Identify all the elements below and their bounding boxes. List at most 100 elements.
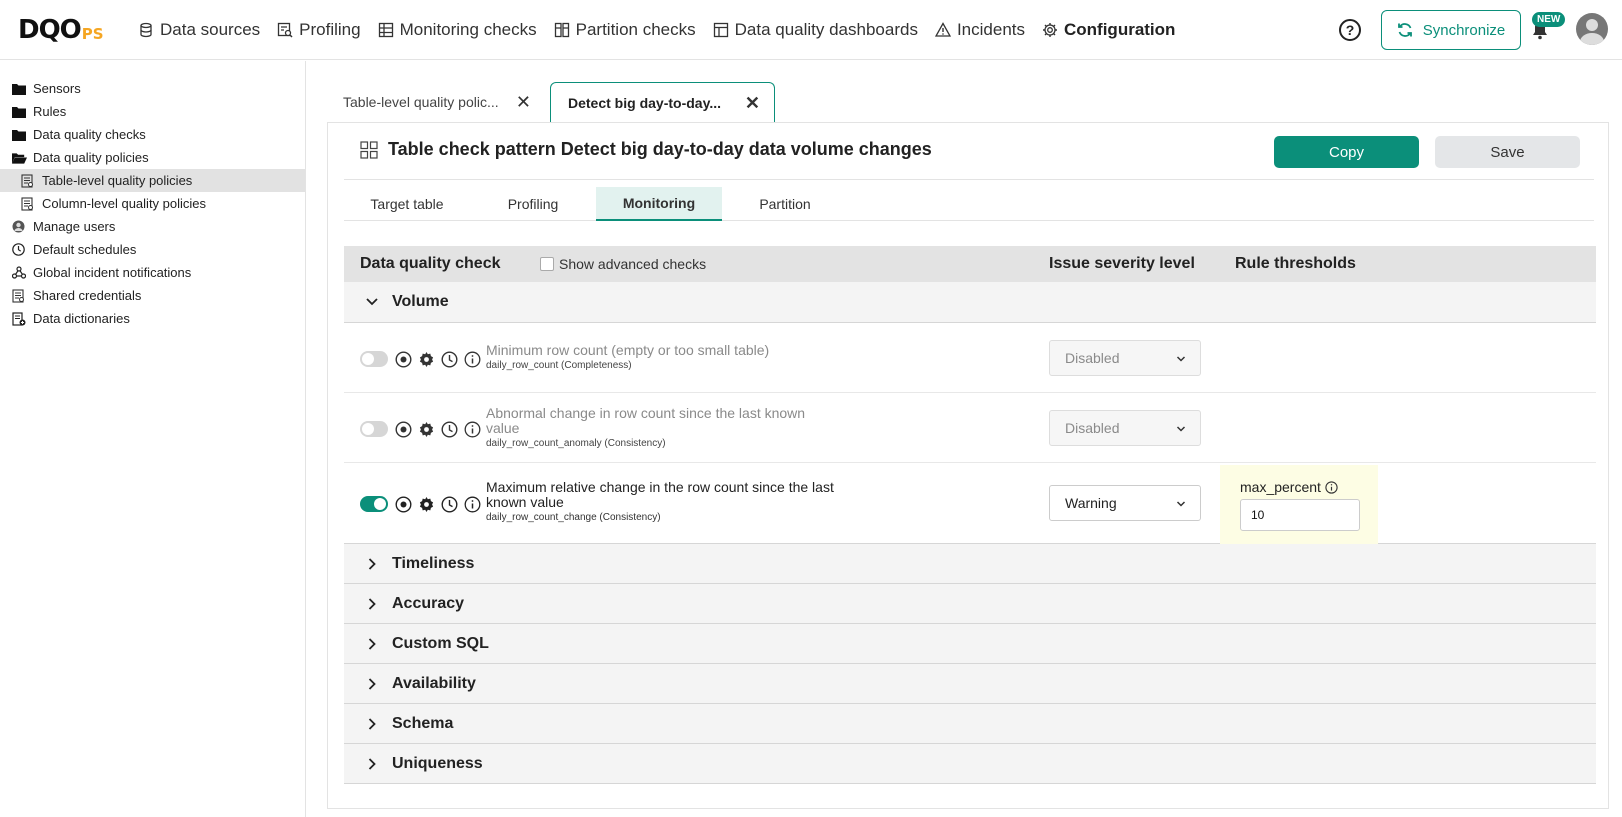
- sidebar-item-data-quality-checks[interactable]: Data quality checks: [0, 123, 305, 146]
- webhook-icon: [12, 266, 27, 280]
- warning-icon: [934, 22, 951, 38]
- close-icon[interactable]: ✕: [516, 92, 531, 113]
- record-icon[interactable]: [394, 495, 412, 513]
- tab-table-level-policies[interactable]: Table-level quality polic... ✕: [330, 82, 545, 122]
- tab-label: Detect big day-to-day...: [568, 94, 721, 111]
- group-volume[interactable]: Volume: [344, 282, 1596, 323]
- monitoring-icon: [378, 22, 394, 38]
- clock-icon[interactable]: [440, 350, 458, 368]
- sidebar-item-global-incident-notifications[interactable]: Global incident notifications: [0, 261, 305, 284]
- sidebar-item-rules[interactable]: Rules: [0, 100, 305, 123]
- severity-value: Warning: [1065, 495, 1117, 511]
- sidebar-item-manage-users[interactable]: Manage users: [0, 215, 305, 238]
- group-timeliness[interactable]: Timeliness: [344, 544, 1596, 584]
- check-controls: [360, 495, 486, 513]
- tab-monitoring[interactable]: Monitoring: [596, 187, 722, 221]
- page-title-text: Table check pattern Detect big day-to-da…: [388, 139, 932, 159]
- sidebar-item-label: Data quality policies: [33, 150, 149, 165]
- tab-detect-big-day-to-day[interactable]: Detect big day-to-day... ✕: [550, 82, 775, 122]
- info-icon[interactable]: [1325, 480, 1338, 494]
- document-icon: [12, 288, 27, 303]
- help-icon[interactable]: ?: [1339, 19, 1361, 41]
- nav-profiling[interactable]: Profiling: [277, 20, 361, 40]
- clock-icon[interactable]: [440, 495, 458, 513]
- save-button[interactable]: Save: [1435, 136, 1580, 168]
- checkbox-box[interactable]: [540, 257, 554, 271]
- severity-select[interactable]: Disabled: [1049, 340, 1201, 376]
- group-availability[interactable]: Availability: [344, 664, 1596, 704]
- severity-select[interactable]: Disabled: [1049, 410, 1201, 446]
- group-uniqueness[interactable]: Uniqueness: [344, 744, 1596, 784]
- sidebar-item-default-schedules[interactable]: Default schedules: [0, 238, 305, 261]
- logo-main-text: DQO: [18, 15, 82, 45]
- tab-partition[interactable]: Partition: [722, 187, 848, 221]
- enable-toggle[interactable]: [360, 421, 388, 437]
- document-icon: [21, 173, 36, 188]
- sidebar-item-shared-credentials[interactable]: Shared credentials: [0, 284, 305, 307]
- new-badge: NEW: [1532, 12, 1566, 27]
- dictionary-icon: [12, 311, 27, 326]
- tab-target-table[interactable]: Target table: [344, 187, 470, 221]
- check-type-tabs: Target table Profiling Monitoring Partit…: [344, 187, 1594, 221]
- group-label: Accuracy: [392, 594, 465, 612]
- info-icon[interactable]: [463, 350, 481, 368]
- enable-toggle[interactable]: [360, 351, 388, 367]
- gear-icon[interactable]: [417, 350, 435, 368]
- nav-configuration[interactable]: Configuration: [1042, 20, 1175, 40]
- group-label: Volume: [392, 293, 449, 310]
- nav-incidents[interactable]: Incidents: [934, 20, 1025, 40]
- nav-monitoring-checks[interactable]: Monitoring checks: [378, 20, 537, 40]
- sidebar-item-sensors[interactable]: Sensors: [0, 77, 305, 100]
- gear-icon[interactable]: [417, 420, 435, 438]
- chevron-right-icon[interactable]: [362, 557, 382, 570]
- chevron-right-icon[interactable]: [362, 677, 382, 690]
- chevron-right-icon[interactable]: [362, 717, 382, 730]
- dqops-logo[interactable]: DQO PS: [18, 14, 104, 46]
- chevron-down-icon[interactable]: [362, 298, 382, 306]
- divider: [344, 179, 1594, 180]
- document-icon: [21, 196, 36, 211]
- group-label: Timeliness: [392, 554, 475, 572]
- sidebar-item-label: Sensors: [33, 81, 81, 96]
- record-icon[interactable]: [394, 420, 412, 438]
- max-percent-input[interactable]: 10: [1240, 499, 1360, 531]
- chevron-right-icon[interactable]: [362, 597, 382, 610]
- record-icon[interactable]: [394, 350, 412, 368]
- tab-profiling[interactable]: Profiling: [470, 187, 596, 221]
- info-icon[interactable]: [463, 495, 481, 513]
- nav-dashboards[interactable]: Data quality dashboards: [713, 20, 918, 40]
- group-accuracy[interactable]: Accuracy: [344, 584, 1596, 624]
- profiling-icon: [277, 22, 293, 38]
- clock-icon: [12, 243, 27, 257]
- avatar[interactable]: [1576, 13, 1608, 45]
- check-controls: [360, 350, 486, 368]
- chevron-right-icon[interactable]: [362, 757, 382, 770]
- sidebar-item-data-dictionaries[interactable]: Data dictionaries: [0, 307, 305, 330]
- close-icon[interactable]: ✕: [745, 93, 760, 114]
- check-row: Minimum row count (empty or too small ta…: [344, 323, 1596, 393]
- gear-icon[interactable]: [417, 495, 435, 513]
- database-icon: [138, 22, 154, 38]
- nav-label: Configuration: [1064, 20, 1176, 39]
- info-icon[interactable]: [463, 420, 481, 438]
- checks-table-header: Data quality check Show advanced checks …: [344, 246, 1596, 282]
- clock-icon[interactable]: [440, 420, 458, 438]
- nav-partition-checks[interactable]: Partition checks: [554, 20, 696, 40]
- copy-button[interactable]: Copy: [1274, 136, 1419, 168]
- severity-select[interactable]: Warning: [1049, 485, 1201, 521]
- sidebar-item-data-quality-policies[interactable]: Data quality policies: [0, 146, 305, 169]
- page-title: Table check pattern Detect big day-to-da…: [360, 139, 932, 160]
- group-custom-sql[interactable]: Custom SQL: [344, 624, 1596, 664]
- enable-toggle[interactable]: [360, 496, 388, 512]
- chevron-right-icon[interactable]: [362, 637, 382, 650]
- check-row: Abnormal change in row count since the l…: [344, 393, 1596, 463]
- user-icon: [12, 220, 27, 234]
- sidebar-item-table-level-policies[interactable]: Table-level quality policies: [0, 169, 305, 192]
- group-schema[interactable]: Schema: [344, 704, 1596, 744]
- nav-data-sources[interactable]: Data sources: [138, 20, 260, 40]
- check-name: Maximum relative change in the row count…: [486, 480, 841, 524]
- show-advanced-checks-checkbox[interactable]: Show advanced checks: [540, 256, 706, 272]
- sidebar-item-column-level-policies[interactable]: Column-level quality policies: [0, 192, 305, 215]
- synchronize-button[interactable]: Synchronize: [1381, 10, 1521, 50]
- sidebar-item-label: Data quality checks: [33, 127, 146, 142]
